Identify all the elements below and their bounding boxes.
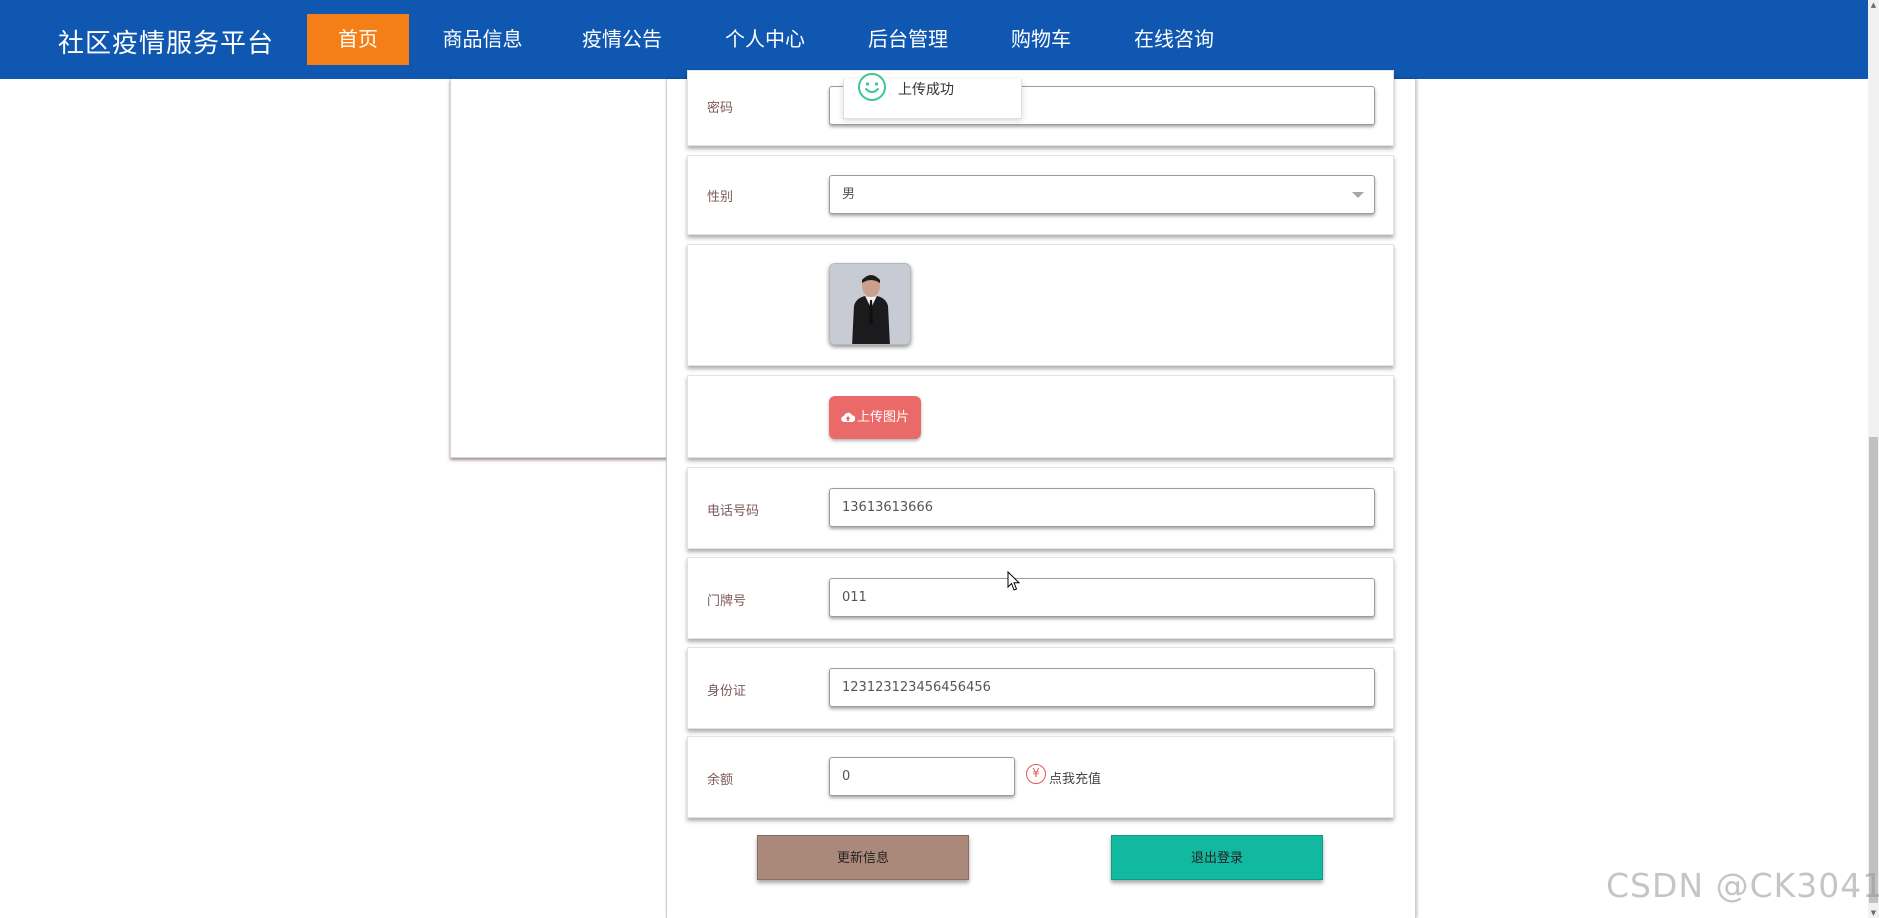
yen-icon[interactable]: ¥ bbox=[1026, 764, 1046, 784]
phone-row: 电话号码 13613613666 bbox=[687, 467, 1394, 549]
chevron-down-icon bbox=[1352, 192, 1364, 198]
smile-icon bbox=[858, 73, 886, 101]
mouse-cursor-icon bbox=[1007, 571, 1021, 591]
upload-image-button[interactable]: 上传图片 bbox=[829, 396, 921, 439]
page-scrollbar[interactable]: ▲ ▼ bbox=[1868, 0, 1879, 918]
nav-item-home[interactable]: 首页 bbox=[307, 14, 409, 65]
watermark: CSDN @CK3041 bbox=[1606, 866, 1879, 905]
upload-success-toast: 上传成功 bbox=[843, 73, 1022, 119]
scroll-down-arrow-icon[interactable]: ▼ bbox=[1870, 909, 1877, 917]
nav-item-cart[interactable]: 购物车 bbox=[996, 14, 1086, 65]
cloud-upload-icon bbox=[841, 412, 856, 423]
id-card-label: 身份证 bbox=[707, 684, 747, 699]
door-number-label: 门牌号 bbox=[707, 594, 747, 609]
scroll-thumb[interactable] bbox=[1869, 437, 1878, 903]
door-number-row: 门牌号 011 bbox=[687, 557, 1394, 639]
gender-label: 性别 bbox=[707, 190, 734, 205]
nav-item-products[interactable]: 商品信息 bbox=[430, 14, 535, 65]
id-card-field[interactable]: 123123123456456456 bbox=[829, 668, 1375, 707]
side-panel bbox=[450, 79, 670, 458]
nav-item-personal-center[interactable]: 个人中心 bbox=[710, 14, 820, 65]
update-info-button[interactable]: 更新信息 bbox=[757, 835, 969, 880]
avatar-row bbox=[687, 244, 1394, 366]
nav-item-admin[interactable]: 后台管理 bbox=[853, 14, 963, 65]
nav-item-consult[interactable]: 在线咨询 bbox=[1122, 14, 1226, 65]
toast-message: 上传成功 bbox=[898, 82, 954, 98]
site-title: 社区疫情服务平台 bbox=[58, 29, 275, 59]
nav-item-announcements[interactable]: 疫情公告 bbox=[568, 14, 676, 65]
phone-field[interactable]: 13613613666 bbox=[829, 488, 1375, 527]
password-row: 密码 bbox=[687, 70, 1394, 146]
upload-row: 上传图片 bbox=[687, 375, 1394, 458]
gender-select-value: 男 bbox=[842, 187, 856, 202]
avatar bbox=[829, 263, 911, 345]
top-navbar: 社区疫情服务平台 首页 商品信息 疫情公告 个人中心 后台管理 购物车 在线咨询 bbox=[0, 0, 1868, 79]
recharge-link[interactable]: 点我充值 bbox=[1049, 768, 1101, 787]
balance-label: 余额 bbox=[707, 773, 734, 788]
balance-row: 余额 0 ¥ 点我充值 bbox=[687, 736, 1394, 818]
upload-image-label: 上传图片 bbox=[856, 410, 909, 425]
phone-label: 电话号码 bbox=[707, 504, 760, 519]
avatar-person-icon bbox=[830, 264, 910, 344]
balance-field[interactable]: 0 bbox=[829, 757, 1015, 796]
logout-button[interactable]: 退出登录 bbox=[1111, 835, 1323, 880]
password-label: 密码 bbox=[707, 101, 734, 116]
scroll-up-arrow-icon[interactable]: ▲ bbox=[1870, 1, 1877, 9]
gender-row: 性别 男 bbox=[687, 155, 1394, 235]
door-number-field[interactable]: 011 bbox=[829, 578, 1375, 617]
gender-select[interactable]: 男 bbox=[829, 175, 1375, 214]
id-card-row: 身份证 123123123456456456 bbox=[687, 647, 1394, 729]
